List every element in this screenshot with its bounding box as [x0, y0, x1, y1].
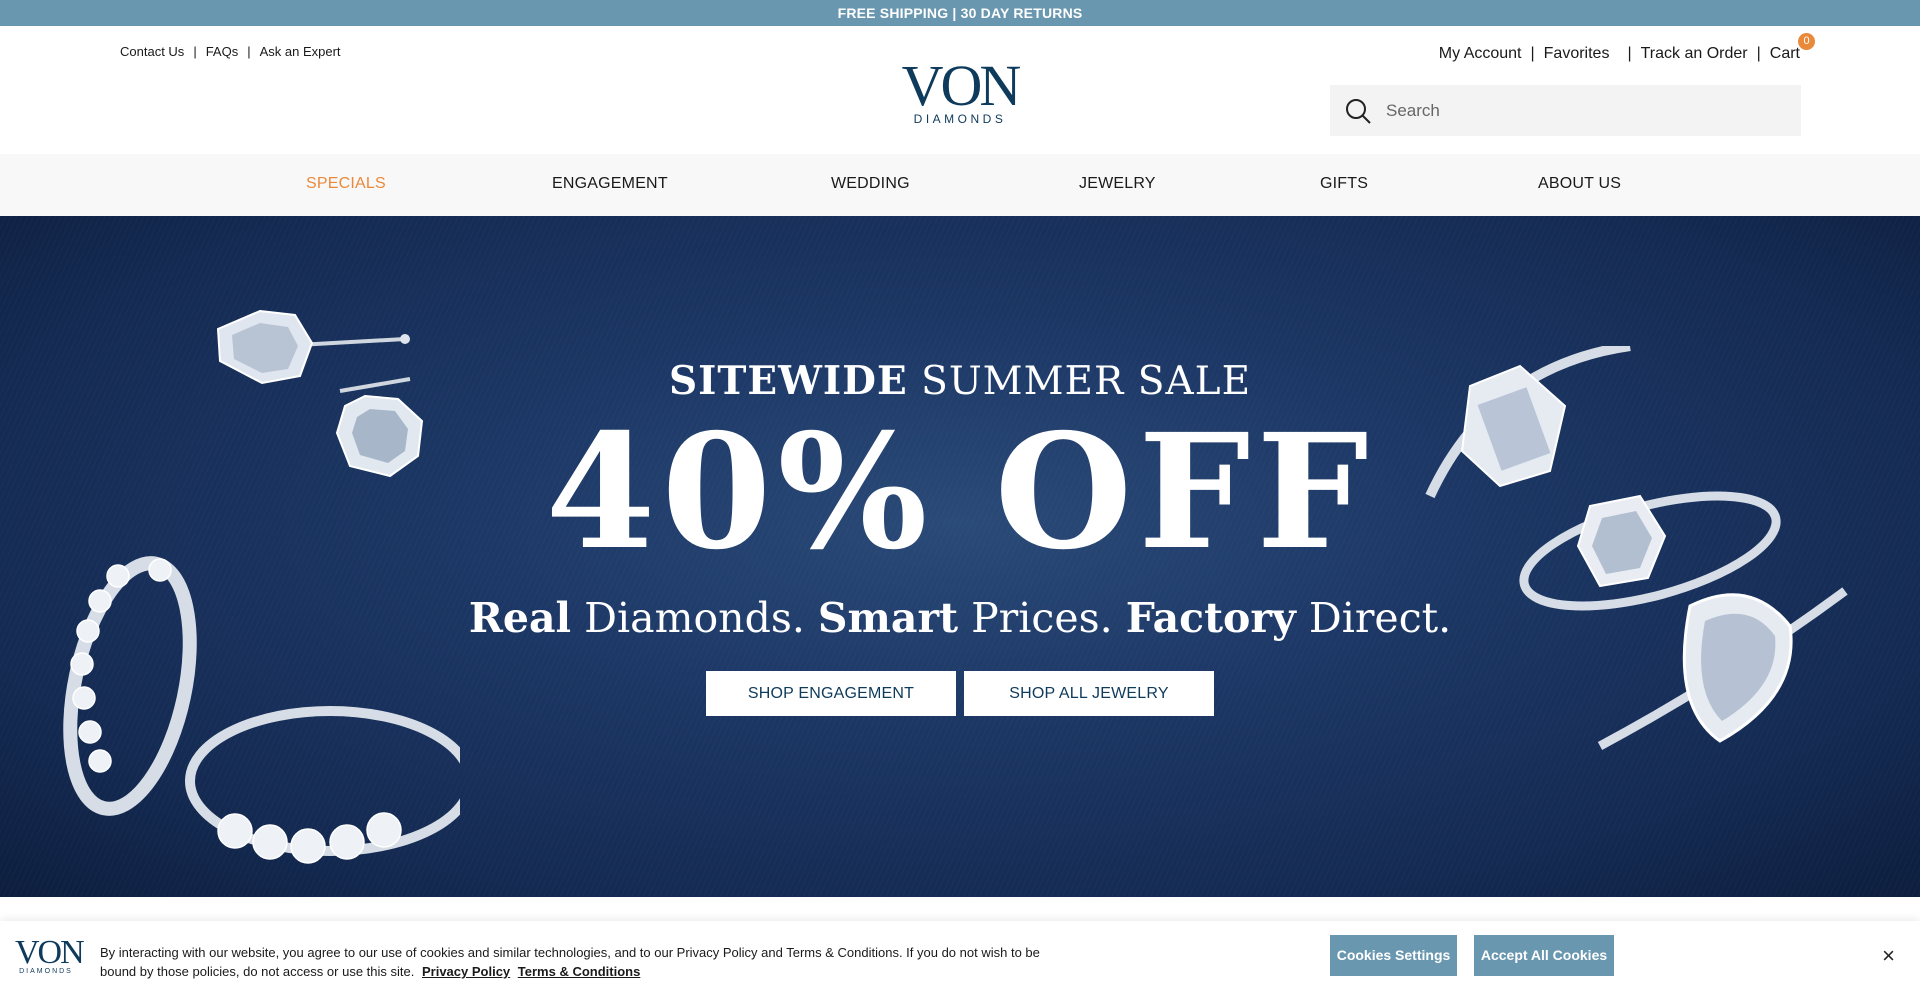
hero-eyebrow-bold: SITEWIDE: [668, 358, 908, 404]
divider: |: [1627, 45, 1632, 62]
main-nav: SPECIALS ENGAGEMENT WEDDING JEWELRY GIFT…: [0, 154, 1920, 216]
accept-all-cookies-button[interactable]: Accept All Cookies: [1474, 935, 1614, 976]
cookies-settings-button[interactable]: Cookies Settings: [1330, 935, 1457, 976]
shop-engagement-button[interactable]: SHOP ENGAGEMENT: [706, 671, 956, 716]
tagline-bold-2: Smart: [817, 594, 959, 642]
announcement-bar: FREE SHIPPING | 30 DAY RETURNS: [0, 0, 1920, 26]
tagline-bold-1: Real: [468, 594, 572, 642]
site-header: Contact Us | FAQs | Ask an Expert VON DI…: [0, 26, 1920, 154]
faqs-link[interactable]: FAQs: [206, 44, 239, 59]
logo-wordmark: VON: [901, 53, 1022, 118]
nav-wedding[interactable]: WEDDING: [831, 175, 910, 193]
cart-label: Cart: [1769, 45, 1800, 62]
hero-eyebrow-rest: SUMMER SALE: [907, 359, 1252, 404]
hero-eyebrow: SITEWIDE SUMMER SALE: [0, 358, 1920, 404]
hero-headline: 40% OFF: [545, 400, 1375, 585]
divider: |: [1756, 45, 1761, 62]
terms-conditions-link[interactable]: Terms & Conditions: [518, 964, 641, 979]
ask-expert-link[interactable]: Ask an Expert: [260, 44, 341, 59]
nav-engagement[interactable]: ENGAGEMENT: [552, 175, 668, 193]
cart-link[interactable]: Cart 0: [1769, 33, 1815, 63]
hero-tagline: Real Diamonds. Smart Prices. Factory Dir…: [0, 594, 1920, 642]
tagline-rest-3: Direct.: [1295, 594, 1452, 642]
cookie-banner-logo: VON DIAMONDS: [15, 934, 85, 976]
hero-banner[interactable]: SITEWIDE SUMMER SALE 40% OFF Real Diamon…: [0, 216, 1920, 897]
logo-subtitle: DIAMONDS: [913, 112, 1007, 126]
search-input[interactable]: [1386, 100, 1786, 121]
nav-jewelry[interactable]: JEWELRY: [1079, 175, 1156, 193]
divider: |: [247, 44, 251, 59]
tagline-bold-3: Factory: [1125, 594, 1296, 642]
utility-links-left: Contact Us | FAQs | Ask an Expert: [120, 44, 341, 59]
tagline-rest-1: Diamonds.: [571, 594, 818, 642]
contact-us-link[interactable]: Contact Us: [120, 44, 184, 59]
cookie-logo-wordmark: VON: [15, 934, 85, 971]
favorites-link[interactable]: Favorites: [1544, 45, 1610, 63]
utility-links-right: My Account | Favorites | Track an Order …: [1439, 33, 1815, 63]
search-icon[interactable]: [1344, 97, 1372, 125]
tagline-rest-2: Prices.: [958, 594, 1126, 642]
nav-specials[interactable]: SPECIALS: [306, 175, 386, 193]
close-icon[interactable]: ×: [1882, 945, 1895, 967]
divider: |: [1530, 45, 1535, 62]
privacy-policy-link[interactable]: Privacy Policy: [422, 964, 510, 979]
cookie-banner: VON DIAMONDS By interacting with our web…: [0, 921, 1920, 993]
nav-about-us[interactable]: ABOUT US: [1538, 175, 1621, 193]
cart-count-badge: 0: [1798, 33, 1815, 50]
cookie-notice-text: By interacting with our website, you agr…: [100, 943, 1060, 981]
divider: |: [193, 44, 197, 59]
track-order-link[interactable]: Track an Order: [1641, 45, 1748, 63]
my-account-link[interactable]: My Account: [1439, 45, 1522, 63]
nav-gifts[interactable]: GIFTS: [1320, 175, 1368, 193]
cookie-logo-subtitle: DIAMONDS: [19, 968, 73, 975]
site-logo[interactable]: VON DIAMONDS: [898, 53, 1022, 127]
search-bar: [1330, 85, 1801, 136]
shop-all-jewelry-button[interactable]: SHOP ALL JEWELRY: [964, 671, 1214, 716]
